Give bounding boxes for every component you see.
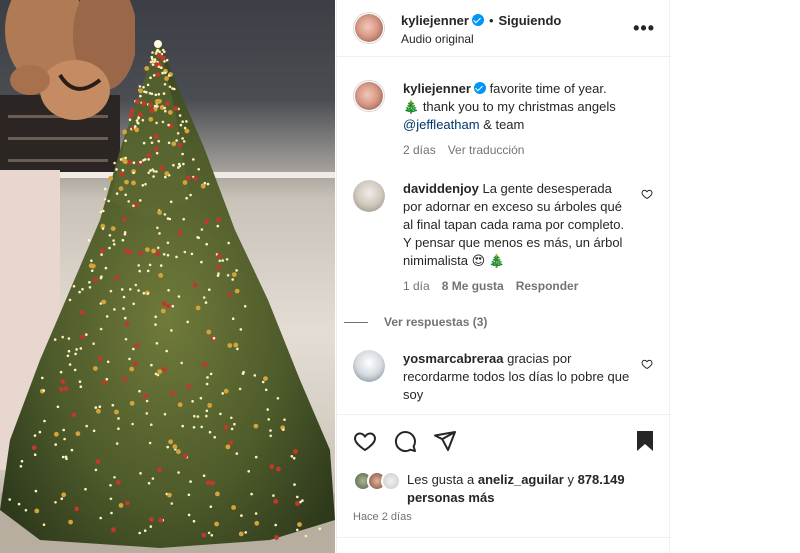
comment-like-heart-icon[interactable] [641,358,653,370]
replies-divider [344,322,368,324]
caption-author-avatar[interactable] [353,80,385,112]
page-background [671,0,800,553]
commenter-avatar[interactable] [353,350,385,382]
post-detail-panel: kyliejenner • Siguiendo Audio original •••… [336,0,671,553]
see-translation-link[interactable]: Ver traducción [448,143,525,157]
header-separator: • [488,13,494,28]
comment-item: yosmarcabreraa gracias por recordarme to… [353,350,653,414]
post-photo[interactable] [0,0,335,553]
comment-time[interactable]: 1 día [403,279,430,293]
audio-label[interactable]: Audio original [401,32,474,46]
likes-prefix: Les gusta a [407,472,475,487]
bookmark-icon[interactable] [633,429,657,453]
mention-link[interactable]: @jeffleatham [403,117,480,132]
comment-like-heart-icon[interactable] [641,188,653,200]
comment-text: daviddenjoy La gente desesperada por ado… [403,180,633,270]
likes-connector: y [567,472,574,487]
comment-username[interactable]: yosmarcabreraa [403,351,503,366]
comment-meta: 1 día 8 Me gusta Responder [403,279,590,293]
post-timestamp[interactable]: Hace 2 días [353,511,412,523]
caption-text: kyliejenner favorite time of year. 🎄 tha… [403,80,633,134]
divider [337,537,671,538]
paper-plane-icon[interactable] [433,429,457,453]
more-options-icon[interactable]: ••• [633,18,655,39]
caption-username[interactable]: kyliejenner [403,81,471,96]
post-header: kyliejenner • Siguiendo Audio original ••• [337,0,671,57]
comment-likes[interactable]: 8 Me gusta [442,279,504,293]
author-username[interactable]: kyliejenner [401,13,469,28]
comment-item: daviddenjoy La gente desesperada por ado… [344,180,653,340]
likes-suffix[interactable]: personas más [407,490,494,505]
heart-icon[interactable] [353,429,377,453]
comment-bubble-icon[interactable] [393,429,417,453]
view-replies-button[interactable]: Ver respuestas (3) [344,315,487,329]
caption-line-1: favorite time of year. [489,81,607,96]
caption-line-2: thank you to my christmas angels [422,99,616,114]
author-avatar[interactable] [353,12,385,44]
following-button[interactable]: Siguiendo [499,13,562,28]
comment-text: yosmarcabreraa gracias por recordarme to… [403,350,633,404]
caption-meta: 2 días Ver traducción [403,143,536,157]
pendant-lamp-image [5,0,135,120]
caption-time[interactable]: 2 días [403,143,436,157]
verified-badge-icon [471,14,484,26]
comments-section[interactable]: kyliejenner favorite time of year. 🎄 tha… [337,58,671,414]
verified-badge-icon [473,82,486,94]
liker-avatars [353,471,405,491]
post-actions: Les gusta a aneliz_aguilar y 878.149 per… [337,414,671,553]
caption-line-3: & team [483,117,525,132]
likes-count[interactable]: 878.149 [578,472,625,487]
view-replies-label: Ver respuestas (3) [384,315,488,329]
liker-username[interactable]: aneliz_aguilar [478,472,564,487]
commenter-avatar[interactable] [353,180,385,212]
caption: kyliejenner favorite time of year. 🎄 tha… [353,80,653,170]
likes-text: Les gusta a aneliz_aguilar y 878.149 per… [407,471,647,507]
comment-username[interactable]: daviddenjoy [403,181,479,196]
reply-button[interactable]: Responder [516,279,579,293]
tree-emoji: 🎄 [403,99,420,114]
